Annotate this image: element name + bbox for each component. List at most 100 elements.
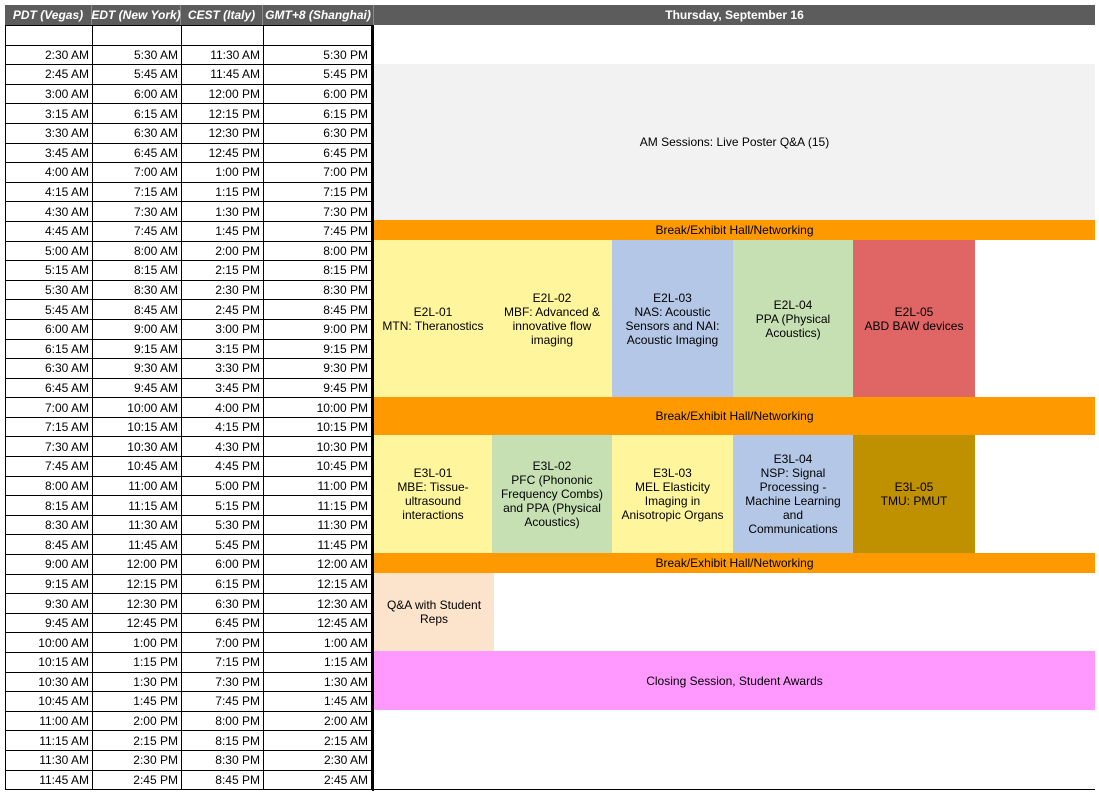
session-e3l-01[interactable]: E3L-01 MBE: Tissue- ultrasound interacti… (374, 435, 492, 553)
time-cell-pdt: 4:15 AM (5, 181, 93, 203)
time-cell-cest: 1:00 PM (181, 162, 264, 183)
time-cell-cest: 2:15 PM (181, 260, 264, 281)
time-cell-gmt8: 1:15 AM (263, 652, 372, 673)
time-cell-edt: 8:30 AM (92, 279, 182, 301)
time-cell-gmt8: 8:30 PM (263, 279, 372, 301)
time-cell-gmt8: 6:45 PM (263, 142, 372, 164)
time-cell-cest: 8:00 PM (181, 710, 264, 732)
time-cell-edt: 10:15 AM (92, 416, 182, 438)
time-row (5, 25, 372, 46)
time-cell-cest: 12:45 PM (181, 142, 264, 164)
time-cell-cest: 4:30 PM (181, 436, 264, 458)
session-qa-students[interactable]: Q&A with Student Reps (374, 573, 494, 651)
time-row: 3:45 AM 6:45 AM 12:45 PM 6:45 PM (5, 142, 372, 164)
time-row: 6:15 AM 9:15 AM 3:15 PM 9:15 PM (5, 338, 372, 360)
session-e2l-05[interactable]: E2L-05 ABD BAW devices (853, 240, 975, 397)
time-row: 7:45 AM 10:45 AM 4:45 PM 10:45 PM (5, 456, 372, 477)
time-row: 4:45 AM 7:45 AM 1:45 PM 7:45 PM (5, 220, 372, 242)
session-e3l-05[interactable]: E3L-05 TMU: PMUT (853, 435, 975, 553)
time-cell-gmt8: 5:45 PM (263, 64, 372, 85)
header-day: Thursday, September 16 (374, 5, 1095, 25)
time-cell-gmt8: 2:00 AM (263, 710, 372, 732)
time-row: 6:30 AM 9:30 AM 3:30 PM 9:30 PM (5, 358, 372, 379)
time-cell-cest: 1:15 PM (181, 181, 264, 203)
session-break-3[interactable]: Break/Exhibit Hall/Networking (374, 553, 1095, 573)
time-cell-pdt: 7:30 AM (5, 436, 93, 458)
time-cell-edt: 10:00 AM (92, 397, 182, 418)
time-cell-gmt8: 11:30 PM (263, 514, 372, 536)
time-cell-edt: 6:15 AM (92, 103, 182, 124)
time-cell-edt: 8:15 AM (92, 260, 182, 281)
time-cell-gmt8: 9:30 PM (263, 358, 372, 379)
session-e3l-02[interactable]: E3L-02 PFC (Phononic Frequency Combs) an… (492, 435, 612, 553)
session-e3l-04[interactable]: E3L-04 NSP: Signal Processing - Machine … (733, 435, 853, 553)
time-cell-pdt: 10:45 AM (5, 691, 93, 712)
time-cell-edt: 10:45 AM (92, 456, 182, 477)
time-cell-cest: 3:30 PM (181, 358, 264, 379)
time-cell-pdt: 9:15 AM (5, 573, 93, 595)
session-break-1[interactable]: Break/Exhibit Hall/Networking (374, 220, 1095, 240)
time-cell-gmt8: 9:15 PM (263, 338, 372, 360)
time-cell-edt: 1:15 PM (92, 652, 182, 673)
time-cell-gmt8: 8:45 PM (263, 299, 372, 320)
time-cell-gmt8: 6:30 PM (263, 122, 372, 144)
time-cell-gmt8: 12:30 AM (263, 593, 372, 614)
session-e2l-01[interactable]: E2L-01 MTN: Theranostics (374, 240, 492, 397)
time-cell-gmt8: 10:15 PM (263, 416, 372, 438)
time-cell-edt: 7:30 AM (92, 201, 182, 222)
session-e2l-03[interactable]: E2L-03 NAS: Acoustic Sensors and NAI: Ac… (612, 240, 733, 397)
time-cell-cest: 2:30 PM (181, 279, 264, 301)
time-cell-edt: 12:00 PM (92, 554, 182, 575)
time-cell-cest: 6:30 PM (181, 593, 264, 614)
time-cell-pdt: 4:45 AM (5, 220, 93, 242)
time-row: 6:45 AM 9:45 AM 3:45 PM 9:45 PM (5, 377, 372, 399)
session-e2l-04[interactable]: E2L-04 PPA (Physical Acoustics) (733, 240, 853, 397)
time-cell-edt: 11:00 AM (92, 475, 182, 497)
time-cell-pdt: 8:00 AM (5, 475, 93, 497)
header-cest: CEST (Italy) (181, 5, 263, 25)
time-cell-cest: 6:45 PM (181, 612, 264, 634)
time-cell-gmt8: 2:15 AM (263, 730, 372, 751)
session-closing[interactable]: Closing Session, Student Awards (374, 651, 1095, 710)
time-cell-pdt: 3:15 AM (5, 103, 93, 124)
session-e3l-03[interactable]: E3L-03 MEL Elasticity Imaging in Anisotr… (612, 435, 733, 553)
time-row: 10:15 AM 1:15 PM 7:15 PM 1:15 AM (5, 652, 372, 673)
time-cell-edt: 7:15 AM (92, 181, 182, 203)
time-cell-edt: 9:30 AM (92, 358, 182, 379)
time-cell-pdt: 3:45 AM (5, 142, 93, 164)
time-cell-cest: 11:45 AM (181, 64, 264, 85)
time-cell-cest: 1:45 PM (181, 220, 264, 242)
time-row: 8:00 AM 11:00 AM 5:00 PM 11:00 PM (5, 475, 372, 497)
time-cell-cest: 3:45 PM (181, 377, 264, 399)
time-cell-edt (92, 25, 182, 46)
time-cell-edt: 2:00 PM (92, 710, 182, 732)
time-cell-cest: 3:00 PM (181, 318, 264, 340)
time-cell-gmt8: 10:45 PM (263, 456, 372, 477)
session-e2l-02[interactable]: E2L-02 MBF: Advanced & innovative flow i… (492, 240, 612, 397)
time-row: 7:30 AM 10:30 AM 4:30 PM 10:30 PM (5, 436, 372, 458)
time-cell-pdt: 5:30 AM (5, 279, 93, 301)
time-cell-cest: 2:45 PM (181, 299, 264, 320)
time-cell-cest: 1:30 PM (181, 201, 264, 222)
time-cell-gmt8: 9:00 PM (263, 318, 372, 340)
time-cell-pdt: 9:45 AM (5, 612, 93, 634)
time-cell-gmt8: 10:00 PM (263, 397, 372, 418)
time-cell-gmt8: 12:00 AM (263, 554, 372, 575)
time-cell-edt: 9:45 AM (92, 377, 182, 399)
time-cell-pdt: 2:30 AM (5, 44, 93, 66)
session-break-2[interactable]: Break/Exhibit Hall/Networking (374, 397, 1095, 435)
time-cell-cest: 12:30 PM (181, 122, 264, 144)
time-cell-cest: 11:30 AM (181, 44, 264, 66)
time-row: 3:00 AM 6:00 AM 12:00 PM 6:00 PM (5, 83, 372, 105)
time-cell-gmt8: 9:45 PM (263, 377, 372, 399)
session-am-poster[interactable]: AM Sessions: Live Poster Q&A (15) (374, 64, 1095, 220)
time-cell-cest: 6:15 PM (181, 573, 264, 595)
time-cell-cest: 3:15 PM (181, 338, 264, 360)
time-cell-edt: 1:00 PM (92, 632, 182, 653)
time-cell-edt: 2:15 PM (92, 730, 182, 751)
time-cell-pdt: 6:45 AM (5, 377, 93, 399)
time-row: 8:45 AM 11:45 AM 5:45 PM 11:45 PM (5, 534, 372, 556)
time-cell-gmt8 (263, 25, 372, 46)
time-cell-gmt8: 6:15 PM (263, 103, 372, 124)
time-cell-cest: 8:45 PM (181, 769, 264, 791)
